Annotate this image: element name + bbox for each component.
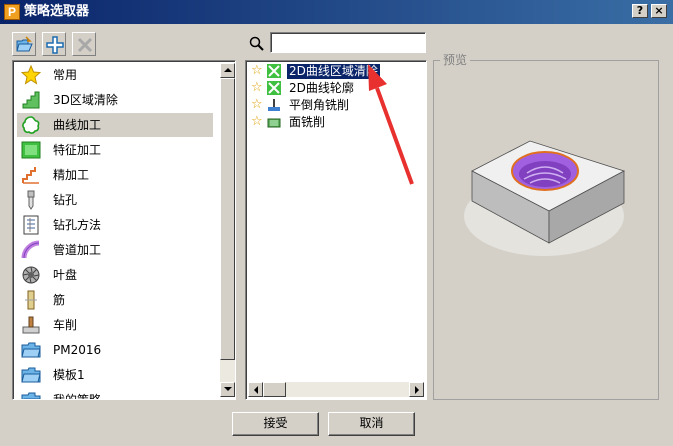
category-label: 管道加工 [53, 243, 102, 257]
category-label: 常用 [53, 68, 78, 82]
open-folder-icon [16, 36, 33, 52]
category-label: 曲线加工 [53, 118, 102, 132]
category-label: 车削 [53, 318, 78, 332]
category-item[interactable]: 特征加工 [17, 138, 213, 162]
category-label: 精加工 [53, 168, 90, 182]
help-button[interactable]: ? [632, 4, 648, 18]
preview-label: 预览 [440, 54, 471, 66]
chevron-down-icon [224, 387, 232, 391]
category-item[interactable]: 曲线加工 [17, 113, 213, 137]
category-item[interactable]: 叶盘 [17, 263, 213, 287]
drilling-method-icon [21, 215, 41, 235]
hscroll-thumb[interactable] [263, 382, 286, 397]
category-item[interactable]: 精加工 [17, 163, 213, 187]
window-title: 策略选取器 [24, 4, 90, 19]
search-icon [249, 36, 264, 51]
category-scrollbar[interactable] [220, 63, 235, 397]
category-item[interactable]: 我的策略 [17, 388, 213, 400]
pipe-machining-icon [21, 240, 41, 260]
category-label: PM2016 [53, 343, 102, 357]
category-label: 叶盘 [53, 268, 78, 282]
area-clear-2d-icon [267, 64, 281, 78]
add-button[interactable] [42, 32, 66, 56]
scroll-thumb[interactable] [220, 78, 235, 360]
close-button[interactable]: × [651, 4, 667, 18]
category-label: 我的策略 [53, 393, 102, 400]
accept-button[interactable]: 接受 [232, 412, 319, 436]
category-item[interactable]: 车削 [17, 313, 213, 337]
cancel-button[interactable]: 取消 [328, 412, 415, 436]
category-item[interactable]: 钻孔 [17, 188, 213, 212]
strategy-hscrollbar[interactable] [248, 382, 424, 397]
category-list[interactable]: 常用 3D区域清除 曲线加工特征加工精加工钻孔钻孔方法管道加工叶盘筋车削 PM2016… [12, 60, 236, 400]
favorite-star-icon[interactable]: ☆ [251, 63, 263, 79]
delete-icon [77, 37, 93, 53]
chevron-right-icon [415, 386, 419, 394]
strategy-label: 2D曲线轮廓 [289, 81, 354, 95]
chevron-up-icon [224, 68, 232, 72]
strategy-label: 平倒角铣削 [289, 98, 350, 112]
category-label: 特征加工 [53, 143, 102, 157]
category-label: 钻孔方法 [53, 218, 102, 232]
app-icon: P [4, 4, 20, 20]
category-item[interactable]: 钻孔方法 [17, 213, 213, 237]
star-icon [20, 64, 42, 85]
chamfer-icon [267, 98, 281, 112]
scroll-down-button[interactable] [220, 382, 235, 397]
preview-panel [433, 60, 659, 400]
feature-machining-icon [21, 140, 41, 160]
search-input[interactable] [270, 32, 426, 53]
category-label: 模板1 [53, 368, 85, 382]
face-mill-icon [267, 115, 281, 129]
category-item[interactable]: 管道加工 [17, 238, 213, 262]
category-item[interactable]: 筋 [17, 288, 213, 312]
folder-icon [21, 365, 41, 385]
category-label: 筋 [53, 293, 66, 307]
category-label: 钻孔 [53, 193, 78, 207]
add-icon [46, 36, 64, 54]
annotation-arrow [368, 64, 414, 185]
open-folder-button[interactable] [12, 32, 36, 56]
favorite-star-icon[interactable]: ☆ [251, 97, 263, 113]
category-item[interactable]: PM2016 [17, 338, 213, 362]
finishing-icon [21, 165, 41, 185]
3d-area-clear-icon [21, 90, 41, 110]
favorite-star-icon[interactable]: ☆ [251, 114, 263, 130]
folder-icon [21, 390, 41, 399]
title-bar: P 策略选取器 ? × [0, 0, 673, 24]
rib-icon [21, 290, 41, 310]
drilling-icon [21, 190, 41, 210]
chevron-left-icon [254, 386, 258, 394]
category-label: 3D区域清除 [53, 93, 118, 107]
preview-image [464, 140, 626, 256]
turning-icon [21, 315, 41, 335]
strategy-label: 面铣削 [289, 115, 326, 129]
scroll-up-button[interactable] [220, 63, 235, 78]
delete-button[interactable] [72, 32, 96, 56]
profile-2d-icon [267, 81, 281, 95]
category-item[interactable]: 常用 [17, 63, 213, 87]
favorite-star-icon[interactable]: ☆ [251, 80, 263, 96]
scroll-left-button[interactable] [248, 382, 263, 397]
category-item[interactable]: 模板1 [17, 363, 213, 387]
curve-machining-icon [21, 115, 41, 135]
category-item[interactable]: 3D区域清除 [17, 88, 213, 112]
folder-icon [21, 340, 41, 360]
blisk-icon [21, 265, 41, 285]
scroll-right-button[interactable] [409, 382, 424, 397]
